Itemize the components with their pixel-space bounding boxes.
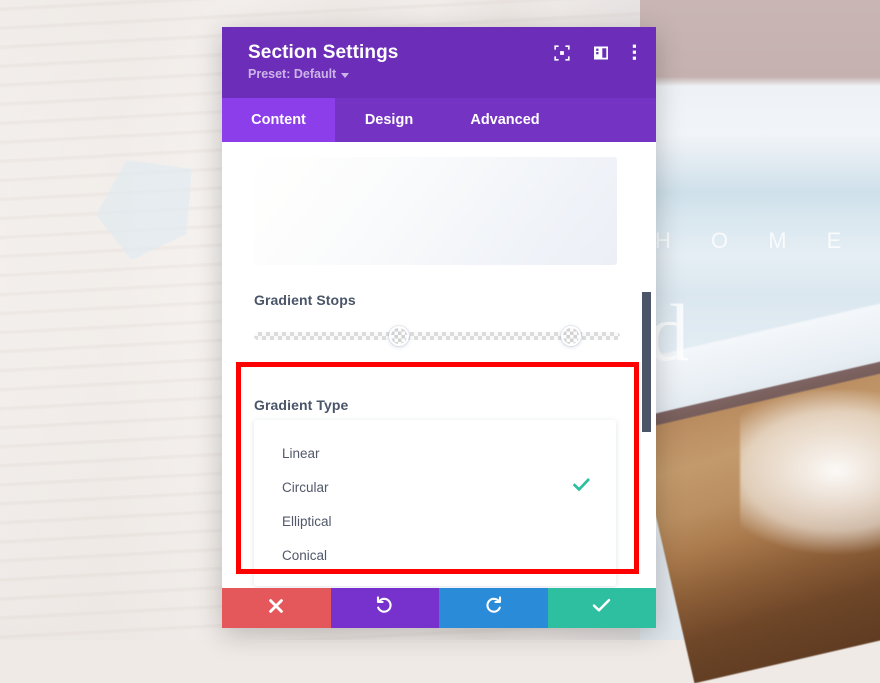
gradient-type-dropdown: Linear Circular Elliptical Conical	[254, 420, 616, 586]
checkmark-icon	[592, 598, 611, 618]
redo-icon	[484, 596, 503, 620]
save-button[interactable]	[547, 588, 656, 628]
gradient-stops-label: Gradient Stops	[254, 292, 356, 308]
gradient-stops-slider[interactable]	[254, 326, 620, 346]
preset-label: Preset: Default	[248, 67, 337, 81]
more-vertical-icon[interactable]	[632, 44, 637, 61]
redo-button[interactable]	[439, 588, 548, 628]
hero-word-small: H O M E	[655, 228, 859, 253]
chevron-down-icon	[341, 72, 350, 78]
cancel-button[interactable]	[222, 588, 331, 628]
close-icon	[268, 598, 284, 619]
gradient-type-label: Gradient Type	[254, 397, 349, 413]
tab-content[interactable]: Content	[222, 98, 335, 142]
focus-target-icon[interactable]	[554, 44, 570, 61]
tab-advanced[interactable]: Advanced	[443, 98, 567, 142]
gradient-type-option-conical[interactable]: Conical	[282, 548, 327, 564]
modal-scrollbar[interactable]	[642, 292, 651, 432]
preset-selector[interactable]: Preset: Default	[248, 67, 350, 81]
undo-icon	[375, 596, 394, 620]
modal-header: Section Settings Preset: Default	[222, 27, 656, 98]
header-icon-group	[554, 44, 637, 61]
undo-button[interactable]	[330, 588, 439, 628]
tab-design[interactable]: Design	[335, 98, 443, 142]
duvet-fluff	[740, 390, 880, 570]
gradient-type-option-elliptical[interactable]: Elliptical	[282, 514, 332, 530]
modal-body: Gradient Stops Gradient Type Linear Circ…	[222, 142, 656, 588]
modal-tab-bar: Content Design Advanced	[222, 98, 656, 142]
checkmark-icon	[572, 477, 591, 492]
gradient-preview-swatch[interactable]	[254, 157, 617, 265]
gradient-stop-handle-2[interactable]	[561, 326, 582, 346]
gradient-type-option-linear[interactable]: Linear	[282, 446, 320, 462]
gradient-type-option-circular[interactable]: Circular	[282, 480, 329, 496]
section-settings-modal: Section Settings Preset: Default Content…	[222, 27, 656, 628]
layout-panel-icon[interactable]	[593, 45, 609, 61]
gradient-stop-handle-1[interactable]	[389, 326, 410, 346]
modal-action-bar	[222, 588, 656, 628]
